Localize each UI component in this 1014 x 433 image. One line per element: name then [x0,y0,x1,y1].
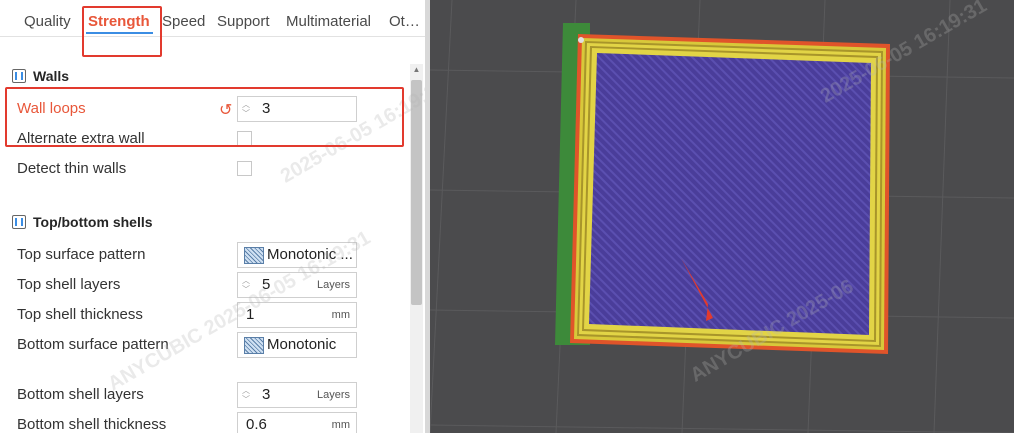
tab-others[interactable]: Ot… [389,13,420,30]
3d-preview-viewport[interactable]: 2025-06-05 16:19:31 ANYCUBIC 2025-06 [430,0,1014,433]
top-shell-layers-unit: Layers [316,279,350,291]
bottom-surface-pattern-value[interactable]: Monotonic [267,336,336,353]
top-shell-thickness-label: Top shell thickness [17,306,143,323]
scrollbar[interactable]: ▲ [410,64,423,433]
bottom-surface-pattern-select[interactable]: Monotonic [237,332,357,358]
top-shell-thickness-input[interactable]: 1 mm [237,302,357,328]
shells-title-text: Top/bottom shells [33,214,153,230]
seam-point [578,37,584,43]
sliced-model [555,23,890,354]
bottom-shell-layers-label: Bottom shell layers [17,386,144,403]
top-infill [589,53,871,335]
top-surface-pattern-value[interactable]: Monotonic ... [267,246,353,263]
tab-support[interactable]: Support [217,13,270,30]
top-shell-layers-value[interactable]: 5 [262,276,270,293]
top-shell-layers-label: Top shell layers [17,276,121,293]
bottom-shell-layers-value[interactable]: 3 [262,386,270,403]
top-shell-thickness-value[interactable]: 1 [246,306,254,323]
monotonic-pattern-icon [244,337,264,354]
section-icon [12,69,26,83]
tab-speed[interactable]: Speed [162,13,205,30]
bottom-shell-thickness-unit: mm [331,419,350,431]
scroll-up-icon[interactable]: ▲ [410,64,423,76]
walls-section-title: Walls [12,68,69,84]
stepper-arrows-icon[interactable]: ︿ ﹀ [241,386,251,404]
detect-thin-walls-label: Detect thin walls [17,160,127,177]
top-shell-thickness-unit: mm [331,309,350,321]
top-surface-pattern-select[interactable]: Monotonic ... [237,242,357,268]
bottom-shell-thickness-value[interactable]: 0.6 [246,416,267,433]
tab-bar: Quality Strength Speed Support Multimate… [0,0,425,37]
wall-loops-highlight [5,87,404,147]
shells-section-title: Top/bottom shells [12,214,153,230]
walls-title-text: Walls [33,68,70,84]
top-surface-pattern-label: Top surface pattern [17,246,146,263]
strength-tab-highlight [82,6,162,57]
section-icon [12,215,26,229]
bottom-surface-pattern-label: Bottom surface pattern [17,336,169,353]
detect-thin-walls-checkbox[interactable] [237,161,252,176]
bottom-shell-layers-unit: Layers [316,389,350,401]
scrollbar-thumb[interactable] [411,80,422,305]
stepper-arrows-icon[interactable]: ︿ ﹀ [241,276,251,294]
tab-quality[interactable]: Quality [24,13,71,30]
bottom-shell-layers-stepper[interactable]: ︿ ﹀ 3 Layers [237,382,357,408]
top-shell-layers-stepper[interactable]: ︿ ﹀ 5 Layers [237,272,357,298]
settings-panel: Quality Strength Speed Support Multimate… [0,0,425,433]
bottom-shell-thickness-label: Bottom shell thickness [17,416,167,433]
monotonic-pattern-icon [244,247,264,264]
tab-multimaterial[interactable]: Multimaterial [286,13,371,30]
bottom-shell-thickness-input[interactable]: 0.6 mm [237,412,357,433]
